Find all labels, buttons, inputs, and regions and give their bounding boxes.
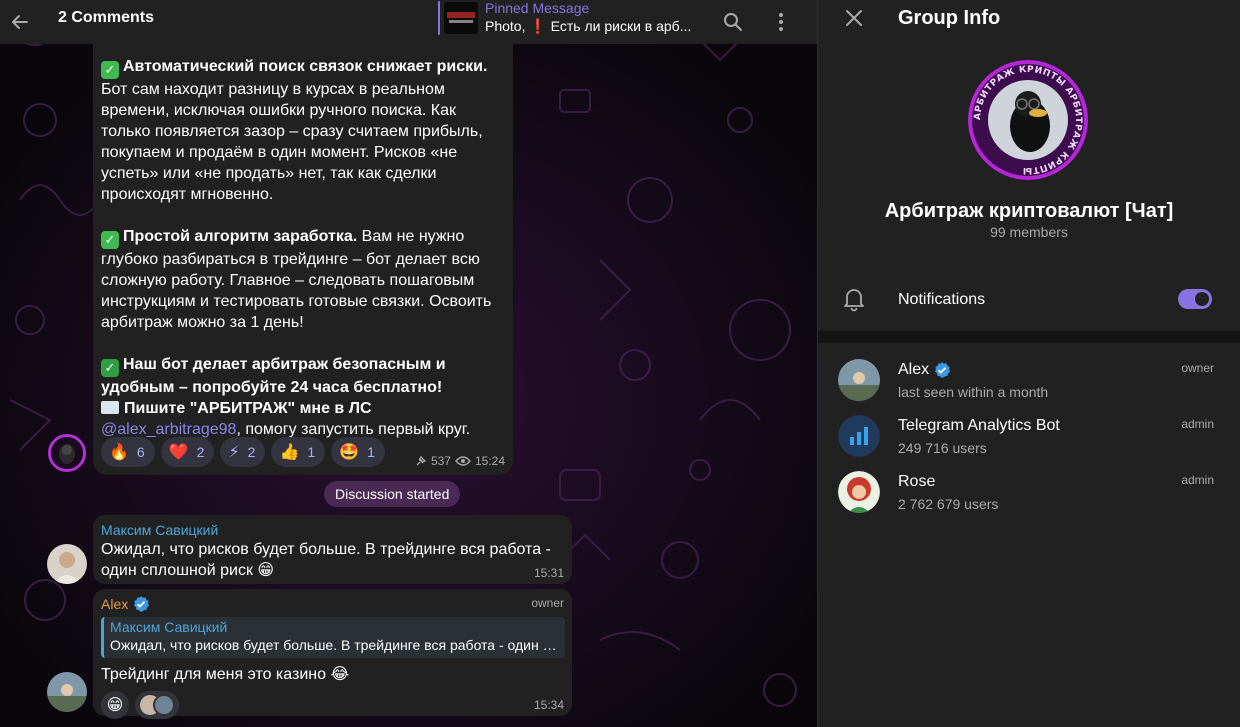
avatar[interactable] [47, 672, 87, 712]
analytics-bot-avatar [838, 415, 880, 457]
post-paragraph-2: ✓ Простой алгоритм заработка. Вам не нужн… [101, 228, 492, 331]
member-item-analytics-bot[interactable]: Telegram Analytics Bot 249 716 users adm… [818, 411, 1240, 467]
channel-avatar[interactable] [48, 434, 86, 472]
post-time: 15:24 [474, 454, 505, 468]
notifications-row[interactable]: Notifications [818, 272, 1240, 328]
back-button[interactable] [4, 6, 36, 38]
pinned-label: Pinned Message [485, 0, 590, 16]
member-status: 249 716 users [898, 440, 987, 456]
envelope-icon [101, 401, 119, 414]
group-info-panel: Group Info АРБИТРАЖ КРИПТЫ АРБИТРАЖ КРИП… [818, 0, 1240, 727]
member-status: last seen within a month [898, 384, 1049, 400]
reply-text: Ожидал, что рисков будет больше. В трейд… [110, 637, 559, 653]
group-avatar[interactable]: АРБИТРАЖ КРИПТЫ АРБИТРАЖ КРИПТЫ [968, 60, 1088, 180]
pinned-indicator [438, 1, 440, 35]
search-icon [724, 13, 742, 31]
reaction-star-eyes[interactable]: 🤩 1 [331, 437, 385, 467]
member-status: 2 762 679 users [898, 496, 999, 512]
member-item-alex[interactable]: Alex last seen within a month owner [818, 355, 1240, 411]
member-role: admin [1181, 473, 1214, 487]
reaction-fire[interactable]: 🔥 6 [101, 437, 155, 467]
arrow-left-icon [12, 15, 28, 29]
notifications-label: Notifications [898, 291, 986, 308]
reaction-heart[interactable]: ❤️ 2 [160, 437, 215, 467]
check-mark-icon: ✓ [101, 359, 119, 377]
post-paragraph-3: ✓ Наш бот делает арбитраж безопасным и уд… [101, 356, 471, 438]
close-icon [846, 10, 862, 26]
member-role: admin [1181, 417, 1214, 431]
post-paragraph-1: ✓ Автоматический поиск связок снижает рис… [101, 58, 488, 203]
more-button[interactable] [765, 6, 797, 38]
message-author[interactable]: Максим Савицкий [101, 521, 564, 539]
message-text: Трейдинг для меня это казино 😂 [101, 666, 350, 683]
pin-icon [416, 455, 427, 466]
verified-icon [134, 596, 150, 612]
members-count: 99 members [990, 224, 1068, 240]
post-reactions: 🔥 6 ❤️ 2 ⚡ 2 👍 1 🤩 1 [101, 437, 385, 467]
discussion-started-label: Discussion started [324, 481, 461, 507]
post-meta: 537 15:24 [415, 454, 505, 468]
reply-quote[interactable]: Максим Савицкий Ожидал, что рисков будет… [101, 617, 565, 658]
member-name: Telegram Analytics Bot [898, 417, 1060, 434]
message-time: 15:31 [533, 566, 564, 580]
pinned-message[interactable]: Pinned Message Photo, ❗ Есть ли риски в … [438, 0, 691, 36]
member-role: owner [1181, 361, 1214, 375]
channel-post: ✓ Автоматический поиск связок снижает рис… [93, 40, 513, 475]
message-text: Ожидал, что рисков будет больше. В трейд… [101, 541, 551, 579]
notifications-toggle[interactable] [1178, 289, 1212, 309]
message-bubble: Максим Савицкий Ожидал, что рисков будет… [93, 515, 572, 584]
member-role-badge: owner [531, 596, 564, 610]
group-info-header: Group Info [818, 0, 1240, 40]
section-separator [818, 331, 1240, 343]
member-item-rose[interactable]: Rose 2 762 679 users admin [818, 467, 1240, 523]
check-mark-icon: ✓ [101, 231, 119, 249]
reaction-avatars[interactable] [135, 691, 179, 719]
search-button[interactable] [717, 6, 749, 38]
message-reactions: 😁 [101, 691, 564, 719]
check-mark-icon: ✓ [101, 61, 119, 79]
close-button[interactable] [838, 2, 870, 34]
avatar [838, 359, 880, 401]
rose-avatar [838, 471, 880, 513]
pinned-preview: Photo, ❗ Есть ли риски в арб... [485, 18, 692, 34]
more-vertical-icon [779, 13, 783, 31]
username-link[interactable]: @alex_arbitrage98 [101, 421, 236, 438]
panel-title: Group Info [898, 7, 1001, 29]
reaction-thumbs-up[interactable]: 👍 1 [271, 437, 326, 467]
reply-author: Максим Савицкий [110, 619, 228, 635]
chat-header: 2 Comments Pinned Message Photo, ❗ Есть … [0, 0, 817, 44]
toggle-knob [1193, 290, 1211, 308]
avatar[interactable] [47, 544, 87, 584]
eye-icon [455, 456, 471, 466]
chat-panel: 2 Comments Pinned Message Photo, ❗ Есть … [0, 0, 817, 727]
bell-icon [844, 289, 864, 312]
post-views: 537 [430, 454, 451, 468]
pinned-thumbnail [444, 2, 478, 34]
member-name: Rose [898, 473, 936, 490]
message-bubble: Alex owner Максим Савицкий Ожидал, что р… [93, 589, 572, 719]
reaction-lightning[interactable]: ⚡ 2 [220, 437, 266, 467]
reaction-grin[interactable]: 😁 [101, 691, 129, 719]
message-time: 15:34 [533, 698, 564, 712]
member-name: Alex [898, 361, 951, 379]
verified-icon [935, 362, 951, 378]
comments-title: 2 Comments [58, 9, 155, 26]
message-author[interactable]: Alex [101, 595, 564, 613]
group-name: Арбитраж криптовалют [Чат] [884, 200, 1174, 222]
